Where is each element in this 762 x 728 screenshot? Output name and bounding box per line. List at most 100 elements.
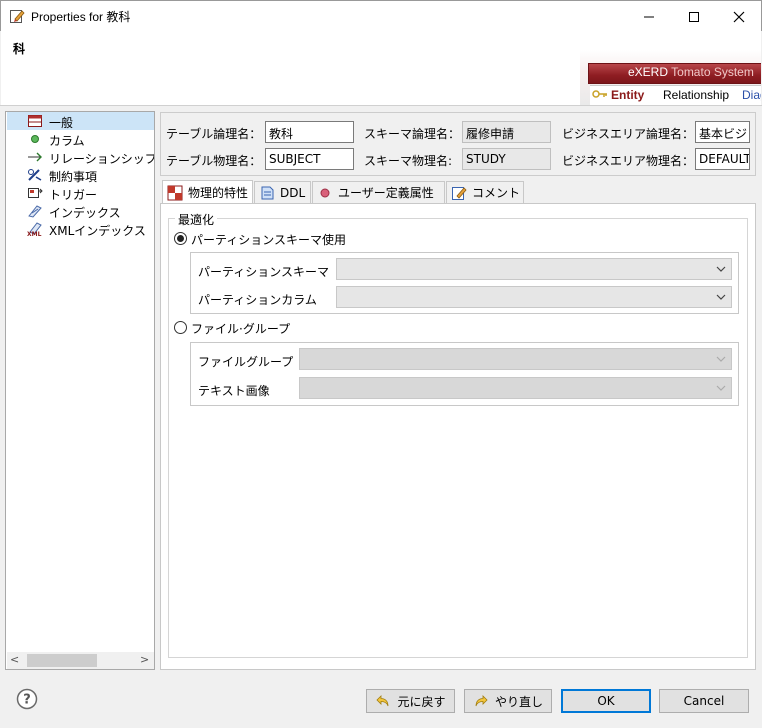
redo-arrow-icon — [473, 693, 489, 709]
table-physical-name-label: テーブル物理名： — [166, 154, 262, 168]
file-group-label: ファイルグループ — [198, 355, 294, 369]
tree-item-label: リレーションシップ — [49, 152, 155, 166]
property-tree: 一般 カラム リレーションシップ 制約事項 トリガー インデックス XML XM… — [5, 111, 155, 670]
scroll-left-arrow-icon[interactable]: < — [10, 653, 19, 666]
tree-item-label: カラム — [49, 134, 85, 148]
tree-item-xml-indexes[interactable]: XML XMLインデックス — [7, 220, 154, 238]
redo-button[interactable]: やり直し — [464, 689, 552, 713]
partition-schema-radio[interactable] — [174, 232, 187, 245]
xml-index-icon: XML — [27, 222, 43, 238]
cancel-label: Cancel — [683, 694, 725, 708]
business-area-logical-name-input[interactable]: 基本ビジ — [695, 121, 750, 143]
tree-item-label: 制約事項 — [49, 170, 98, 184]
radio-selected-dot — [177, 235, 184, 242]
cancel-button[interactable]: Cancel — [659, 689, 749, 713]
table-logical-name-input[interactable]: 教科 — [265, 121, 354, 143]
business-area-physical-name-input[interactable]: DEFAULT — [695, 148, 750, 170]
help-glyph: ? — [23, 693, 31, 708]
title-bar: Properties for 教科 — [0, 0, 762, 31]
tree-item-indexes[interactable]: インデックス — [7, 202, 154, 220]
minimize-button[interactable] — [626, 2, 672, 31]
dialog-header: 科 eXERD Tomato System Entity Relationshi… — [1, 31, 761, 105]
banner-tabs: Entity Relationship Diag — [590, 85, 761, 105]
banner-tab-relationship[interactable]: Relationship — [663, 88, 729, 102]
schema-physical-name-value: STUDY — [462, 148, 551, 170]
tree-item-label: インデックス — [49, 206, 121, 220]
schema-physical-name-label: スキーマ物理名: — [364, 154, 453, 168]
comment-icon — [451, 185, 467, 201]
business-area-physical-name-label: ビジネスエリア物理名： — [562, 154, 695, 168]
table-name-fields: テーブル論理名： 教科 スキーマ論理名： 履修申請 ビジネスエリア論理名： 基本… — [160, 112, 756, 176]
svg-text:XML: XML — [27, 231, 42, 236]
chevron-down-icon — [715, 290, 727, 304]
exerd-banner: eXERD Tomato System Entity Relationship … — [580, 50, 761, 105]
text-image-label: テキスト画像 — [198, 384, 270, 398]
maximize-button[interactable] — [671, 2, 717, 31]
header-title: 科 — [13, 42, 26, 56]
close-button[interactable] — [716, 2, 762, 31]
partition-schema-radio-label[interactable]: パーティションスキーマ使用 — [191, 231, 346, 248]
chevron-down-icon — [715, 262, 727, 276]
scroll-thumb[interactable] — [27, 654, 97, 667]
ok-button[interactable]: OK — [561, 689, 651, 713]
tab-label: DDL — [280, 185, 306, 200]
partition-column-label: パーティションカラム — [198, 293, 317, 307]
table-logical-name-label: テーブル論理名： — [166, 127, 262, 141]
chevron-down-icon — [715, 381, 727, 395]
file-group-radio-label[interactable]: ファイル·グループ — [191, 320, 290, 337]
ok-label: OK — [597, 694, 615, 708]
banner-product-suffix: Tomato System — [671, 65, 754, 79]
schema-logical-name-label: スキーマ論理名： — [364, 127, 461, 141]
user-attr-icon — [317, 185, 333, 201]
partition-schema-label: パーティションスキーマ — [198, 265, 330, 279]
business-area-logical-name-label: ビジネスエリア論理名： — [562, 127, 695, 141]
header-separator — [0, 105, 762, 106]
tree-item-general[interactable]: 一般 — [7, 112, 154, 130]
tab-ddl[interactable]: DDL — [254, 181, 311, 203]
constraint-icon — [27, 168, 43, 182]
table-icon — [27, 114, 43, 128]
window-title: Properties for 教科 — [31, 10, 131, 24]
tab-physical-properties[interactable]: 物理的特性 — [162, 180, 253, 204]
tree-item-label: 一般 — [49, 116, 74, 130]
chevron-down-icon — [715, 352, 727, 366]
banner-product: eXERD Tomato System — [628, 65, 754, 79]
banner-tab-entity[interactable]: Entity — [611, 88, 644, 102]
tree-item-columns[interactable]: カラム — [7, 130, 154, 148]
tree-item-relationships[interactable]: リレーションシップ — [7, 148, 154, 166]
tab-label: コメント — [472, 186, 521, 200]
tree-item-label: XMLインデックス — [49, 224, 146, 238]
relationship-arrow-icon — [27, 150, 43, 164]
partition-column-select[interactable] — [336, 286, 732, 308]
file-group-radio[interactable] — [174, 321, 187, 334]
properties-edit-icon — [9, 8, 25, 24]
scroll-right-arrow-icon[interactable]: > — [140, 653, 149, 666]
undo-arrow-icon — [375, 693, 391, 709]
optimize-group-label: 最適化 — [175, 211, 218, 228]
redo-label: やり直し — [494, 694, 543, 709]
tree-horizontal-scrollbar[interactable]: < > — [7, 652, 154, 669]
undo-button[interactable]: 元に戻す — [366, 689, 455, 713]
banner-product-name: eXERD — [628, 65, 669, 79]
help-button[interactable]: ? — [16, 688, 38, 710]
table-physical-name-input[interactable]: SUBJECT — [265, 148, 354, 170]
tab-user-defined-attributes[interactable]: ユーザー定義属性 — [312, 181, 445, 203]
tree-item-triggers[interactable]: トリガー — [7, 184, 154, 202]
tab-label: ユーザー定義属性 — [338, 186, 434, 200]
file-group-select[interactable] — [299, 348, 732, 370]
undo-label: 元に戻す — [397, 694, 446, 709]
key-icon — [592, 88, 608, 103]
text-image-select[interactable] — [299, 377, 732, 399]
tab-comment[interactable]: コメント — [446, 181, 524, 203]
schema-logical-name-value: 履修申請 — [462, 121, 551, 143]
column-dot-icon — [27, 132, 43, 146]
physical-props-icon — [167, 185, 183, 201]
tree-item-constraints[interactable]: 制約事項 — [7, 166, 154, 184]
index-icon — [27, 204, 43, 218]
tab-label: 物理的特性 — [188, 186, 249, 200]
banner-tab-diagram[interactable]: Diag — [742, 88, 761, 102]
ddl-icon — [259, 185, 275, 201]
tree-item-label: トリガー — [49, 188, 98, 202]
trigger-icon — [27, 186, 43, 200]
partition-schema-select[interactable] — [336, 258, 732, 280]
